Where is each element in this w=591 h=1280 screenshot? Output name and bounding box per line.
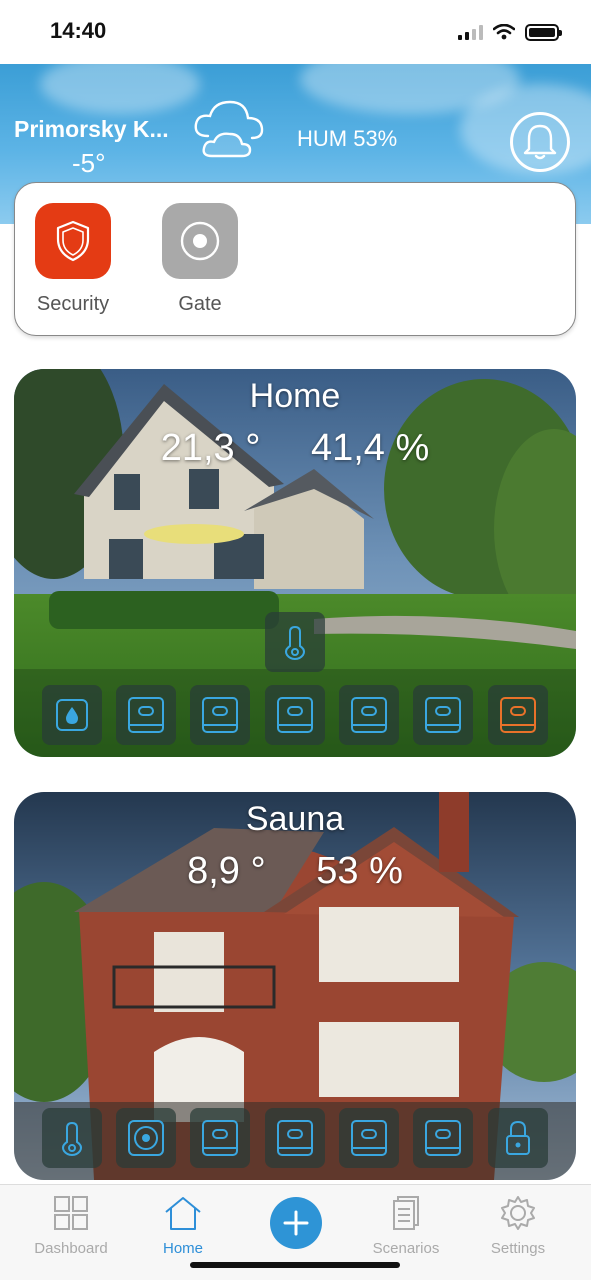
- battery-icon: [525, 23, 562, 41]
- switch-button-2[interactable]: [265, 1108, 325, 1168]
- location-humidity: 53 %: [316, 850, 403, 892]
- location-card-sauna[interactable]: Sauna 8,9 ° 53 %: [14, 792, 576, 1180]
- security-tile[interactable]: [35, 203, 111, 279]
- location-temperature: 8,9 °: [187, 850, 266, 892]
- location-stats: 21,3 ° 41,4 %: [14, 427, 576, 470]
- switch-button-4[interactable]: [339, 685, 399, 745]
- water-drop-icon: [56, 699, 88, 731]
- lock-icon: [506, 1120, 530, 1155]
- switch-icon: [351, 1120, 387, 1156]
- gate-tile[interactable]: [162, 203, 238, 279]
- tab-label: Scenarios: [372, 1240, 440, 1257]
- security-label: Security: [36, 293, 110, 315]
- gate-button[interactable]: Gate: [160, 203, 240, 316]
- location-temperature: 21,3 °: [160, 427, 261, 469]
- status-icons: [458, 22, 562, 42]
- cloud-icon: [194, 100, 264, 158]
- location-humidity: 41,4 %: [310, 427, 430, 469]
- switch-button-3[interactable]: [339, 1108, 399, 1168]
- security-button[interactable]: Security: [33, 203, 113, 316]
- location-title: Home: [249, 377, 341, 415]
- quick-actions-panel: Security Gate: [14, 182, 576, 336]
- outdoor-humidity: HUM 53%: [297, 126, 398, 151]
- switch-button-1[interactable]: [116, 685, 176, 745]
- wifi-icon: [493, 24, 515, 40]
- switch-icon: [202, 697, 238, 733]
- tab-label: Dashboard: [34, 1240, 108, 1257]
- shield-icon: [56, 220, 90, 262]
- bell-icon: [523, 124, 557, 160]
- switch-icon: [425, 1120, 461, 1156]
- location-card-home[interactable]: Home 21,3 ° 41,4 %: [14, 369, 576, 757]
- tab-settings[interactable]: Settings: [468, 1195, 568, 1257]
- status-time: 14:40: [50, 18, 107, 43]
- gate-icon: [180, 221, 220, 261]
- switch-icon: [277, 697, 313, 733]
- switch-icon: [202, 1120, 238, 1156]
- tab-home[interactable]: Home: [133, 1195, 233, 1257]
- plus-icon: [283, 1210, 309, 1236]
- tab-label: Settings: [490, 1240, 546, 1257]
- location-stats: 8,9 ° 53 %: [14, 850, 576, 893]
- dashboard-icon: [54, 1196, 88, 1230]
- status-bar: 14:40: [0, 0, 591, 64]
- motion-sensor-icon: [128, 1120, 164, 1156]
- thermometer-icon: [62, 1121, 82, 1156]
- add-button[interactable]: [270, 1197, 322, 1249]
- thermometer-icon: [285, 625, 305, 660]
- tab-dashboard[interactable]: Dashboard: [21, 1195, 121, 1257]
- outdoor-temperature: -5°: [72, 148, 106, 178]
- switch-button-alert[interactable]: [488, 685, 548, 745]
- motion-sensor-button[interactable]: [116, 1108, 176, 1168]
- tab-scenarios[interactable]: Scenarios: [356, 1195, 456, 1257]
- notifications-button[interactable]: [510, 112, 570, 172]
- lock-button[interactable]: [488, 1108, 548, 1168]
- switch-button-5[interactable]: [413, 685, 473, 745]
- switch-icon: [351, 697, 387, 733]
- switch-button-4[interactable]: [413, 1108, 473, 1168]
- signal-icon: [458, 24, 483, 40]
- leak-sensor-button[interactable]: [42, 685, 102, 745]
- location-name[interactable]: Primorsky K...: [14, 116, 169, 143]
- switch-button-1[interactable]: [190, 1108, 250, 1168]
- home-icon: [165, 1197, 201, 1230]
- switch-button-2[interactable]: [190, 685, 250, 745]
- switch-icon: [277, 1120, 313, 1156]
- location-title: Sauna: [245, 800, 345, 838]
- switch-icon: [425, 697, 461, 733]
- gate-label: Gate: [178, 293, 222, 315]
- tab-label: Home: [162, 1240, 203, 1257]
- settings-icon: [501, 1196, 535, 1230]
- switch-icon: [128, 697, 164, 733]
- scenarios-icon: [393, 1196, 419, 1230]
- thermometer-sensor-button[interactable]: [265, 612, 325, 672]
- switch-icon: [500, 697, 536, 733]
- thermometer-sensor-button[interactable]: [42, 1108, 102, 1168]
- switch-button-3[interactable]: [265, 685, 325, 745]
- app-screen: 14:40 Primorsky K... -5° HUM 53% Securit…: [0, 0, 591, 1280]
- home-indicator: [190, 1262, 400, 1268]
